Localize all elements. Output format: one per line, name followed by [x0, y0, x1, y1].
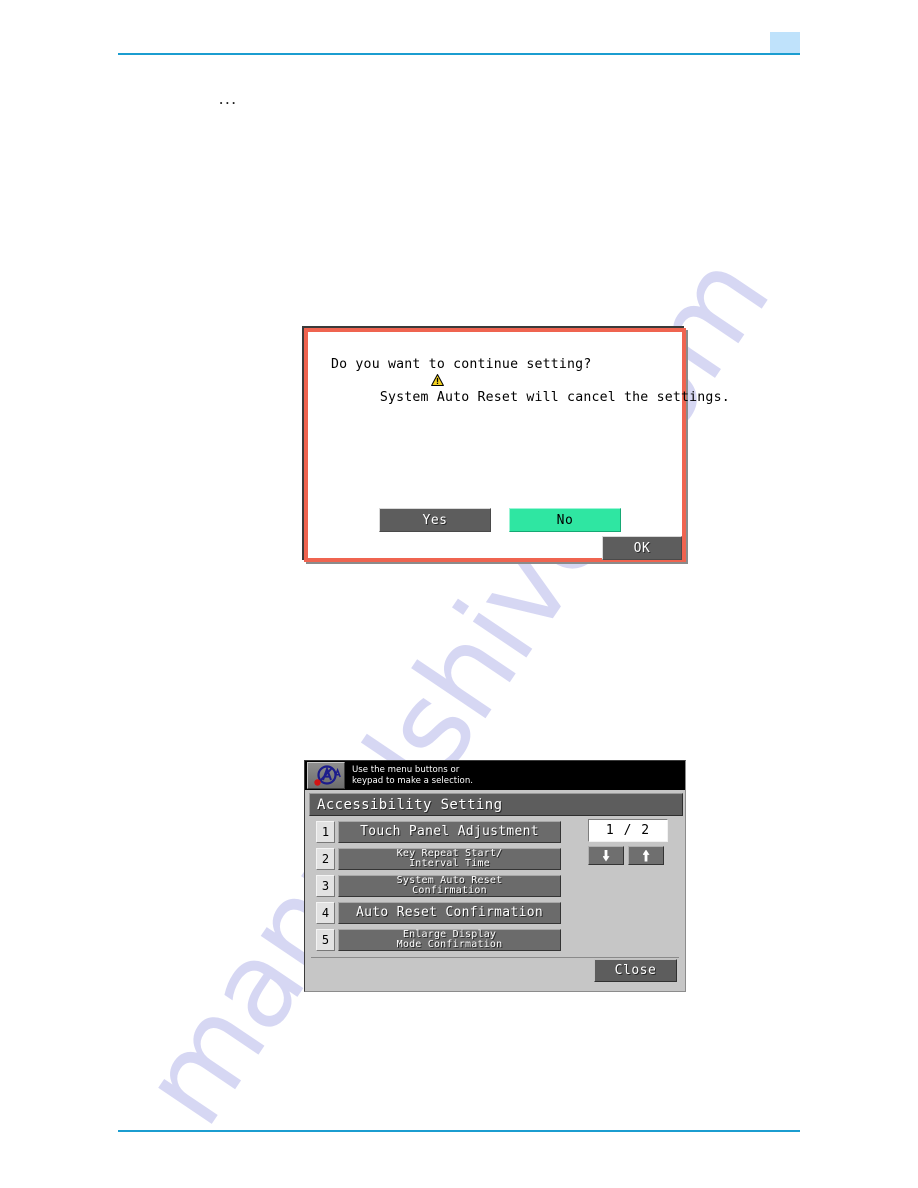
menu-item-button[interactable]: Enlarge Display Mode Confirmation — [338, 929, 561, 951]
menu-item-label: System Auto Reset Confirmation — [396, 875, 503, 896]
menu-item-system-auto-reset-confirmation[interactable]: 3 System Auto Reset Confirmation — [316, 875, 561, 897]
page-indicator: 1 / 2 — [588, 819, 668, 842]
accessibility-icon — [307, 762, 345, 789]
dialog-message-line1: System Auto Reset will cancel the settin… — [317, 341, 730, 422]
dialog-message-text-1: System Auto Reset will cancel the settin… — [379, 390, 730, 405]
arrow-down-icon — [602, 849, 610, 862]
no-button-label: No — [556, 512, 574, 528]
yes-button-label: Yes — [422, 512, 448, 528]
menu-item-number: 3 — [316, 875, 335, 897]
page-down-button[interactable] — [588, 846, 624, 865]
page-title: Accessibility Setting — [317, 796, 503, 813]
body-ellipsis: ... — [219, 89, 238, 108]
header-rule — [118, 53, 800, 55]
status-bar: Use the menu buttons or keypad to make a… — [305, 761, 685, 790]
status-bar-message: Use the menu buttons or keypad to make a… — [352, 765, 473, 786]
menu-item-number: 1 — [316, 821, 335, 843]
close-button-label: Close — [614, 963, 657, 978]
menu-item-number: 4 — [316, 902, 335, 924]
accessibility-menu-list: 1 Touch Panel Adjustment 2 Key Repeat St… — [316, 821, 561, 956]
pagination-arrows — [588, 846, 668, 865]
ok-button[interactable]: OK — [602, 536, 682, 560]
accessibility-setting-panel: Use the menu buttons or keypad to make a… — [304, 760, 686, 992]
menu-item-button[interactable]: System Auto Reset Confirmation — [338, 875, 561, 897]
dialog-message-line2: Do you want to continue setting? — [331, 357, 592, 372]
system-auto-reset-dialog: System Auto Reset will cancel the settin… — [304, 328, 730, 562]
menu-item-key-repeat-start-interval-time[interactable]: 2 Key Repeat Start/ Interval Time — [316, 848, 561, 870]
menu-item-number: 2 — [316, 848, 335, 870]
menu-item-button[interactable]: Key Repeat Start/ Interval Time — [338, 848, 561, 870]
header-tab-marker — [770, 32, 800, 53]
menu-item-button[interactable]: Auto Reset Confirmation — [338, 902, 561, 924]
menu-item-label: Auto Reset Confirmation — [356, 905, 543, 920]
no-button[interactable]: No — [509, 508, 621, 532]
menu-item-label: Key Repeat Start/ Interval Time — [396, 848, 503, 869]
menu-item-label: Touch Panel Adjustment — [360, 824, 539, 839]
close-button[interactable]: Close — [594, 959, 677, 982]
page-up-button[interactable] — [628, 846, 664, 865]
yes-button[interactable]: Yes — [379, 508, 491, 532]
menu-item-enlarge-display-mode-confirmation[interactable]: 5 Enlarge Display Mode Confirmation — [316, 929, 561, 951]
arrow-up-icon — [642, 849, 650, 862]
panel-title-bar: Accessibility Setting — [309, 793, 683, 816]
menu-item-button[interactable]: Touch Panel Adjustment — [338, 821, 561, 843]
menu-item-number: 5 — [316, 929, 335, 951]
ok-button-label: OK — [633, 540, 651, 556]
menu-item-auto-reset-confirmation[interactable]: 4 Auto Reset Confirmation — [316, 902, 561, 924]
menu-item-touch-panel-adjustment[interactable]: 1 Touch Panel Adjustment — [316, 821, 561, 843]
panel-footer: Close — [311, 957, 679, 985]
menu-item-label: Enlarge Display Mode Confirmation — [396, 929, 503, 950]
dialog-body: System Auto Reset will cancel the settin… — [308, 332, 730, 560]
pagination-control: 1 / 2 — [588, 819, 668, 865]
footer-rule — [118, 1130, 800, 1132]
